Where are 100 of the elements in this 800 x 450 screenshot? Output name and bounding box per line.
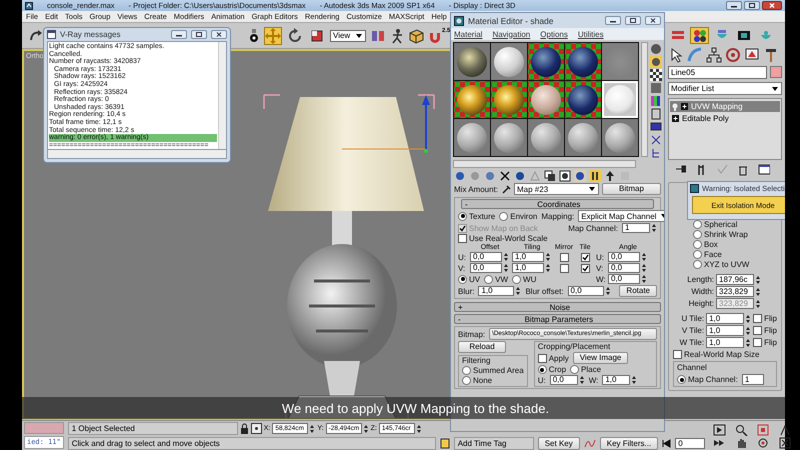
number-field[interactable]: 1 (622, 223, 650, 233)
rollout-header[interactable]: - Coordinates (461, 199, 654, 209)
radio-button[interactable] (462, 366, 471, 375)
number-field[interactable]: 1,0 (706, 313, 744, 324)
material-slot[interactable] (528, 119, 564, 156)
material-slot[interactable] (454, 81, 490, 118)
hierarchy-icon[interactable] (706, 47, 722, 63)
minimize-icon[interactable] (171, 30, 187, 39)
checkbox[interactable] (560, 252, 568, 262)
checkbox[interactable] (580, 252, 590, 262)
material-slot[interactable] (565, 81, 601, 118)
radio-button[interactable] (462, 376, 471, 385)
radio-button[interactable] (484, 274, 494, 284)
rotate-button[interactable]: Rotate (619, 285, 657, 297)
window-icon[interactable] (758, 163, 770, 176)
material-slot[interactable] (491, 43, 527, 80)
checkbox[interactable] (560, 264, 568, 272)
minimize-icon[interactable] (605, 16, 621, 25)
close-icon[interactable] (645, 16, 661, 25)
maximize-viewport-icon[interactable] (779, 437, 792, 449)
checkbox[interactable] (753, 314, 762, 323)
rotate-tool[interactable] (286, 26, 304, 44)
minimize-icon[interactable] (726, 1, 742, 10)
add-time-tag-button[interactable]: Add Time Tag (454, 437, 534, 450)
number-field[interactable]: 0,0 (608, 252, 640, 262)
material-slot[interactable] (491, 81, 527, 118)
number-field[interactable]: 0,0 (568, 286, 604, 296)
menu-item[interactable]: Options (540, 30, 568, 38)
copy-icon[interactable] (544, 170, 556, 182)
box-icon[interactable] (408, 28, 424, 44)
material-slot[interactable] (528, 43, 564, 80)
checkbox[interactable] (753, 326, 762, 335)
number-field[interactable]: 1,0 (706, 325, 744, 336)
checker-icon[interactable] (650, 69, 662, 81)
selection-icon[interactable] (250, 423, 262, 434)
frame-field[interactable]: 0 (675, 438, 706, 449)
close-icon[interactable] (762, 1, 782, 10)
number-field[interactable]: 1,0 (706, 337, 744, 348)
scrollbar[interactable] (641, 42, 648, 157)
maximize-icon[interactable] (625, 16, 641, 25)
object-name-field[interactable]: Line05 (668, 66, 767, 79)
radio-button[interactable] (499, 212, 508, 220)
sphere-icon[interactable] (559, 170, 571, 182)
number-field[interactable]: 1,0 (512, 263, 544, 273)
rollout-header[interactable]: + Noise (454, 302, 661, 312)
stack-item[interactable]: Editable Poly (670, 113, 780, 124)
checkbox[interactable] (538, 354, 547, 362)
dot-icon[interactable] (248, 28, 260, 42)
number-field[interactable]: 0,0 (550, 375, 578, 385)
wheel-icon[interactable] (725, 47, 741, 63)
panel-tab[interactable] (690, 27, 709, 44)
close-icon[interactable] (499, 170, 511, 182)
number-field[interactable]: 1,0 (602, 375, 630, 385)
checkbox[interactable] (458, 234, 467, 243)
material-slot[interactable] (528, 81, 564, 118)
close-icon[interactable] (211, 30, 227, 39)
fast-forward-icon[interactable] (713, 437, 726, 449)
figure-icon[interactable] (390, 28, 404, 44)
swatch-icon[interactable] (619, 170, 631, 182)
radio-button[interactable] (693, 220, 702, 229)
time-tag-icon[interactable] (440, 438, 450, 449)
material-slot[interactable] (454, 43, 490, 80)
number-field[interactable]: 0,0 (608, 274, 640, 284)
material-slot[interactable] (565, 119, 601, 156)
checkbox[interactable] (753, 338, 762, 347)
radio-button[interactable] (693, 240, 702, 249)
go-to-start-icon[interactable] (662, 439, 672, 448)
radio-button[interactable] (538, 365, 547, 374)
scrollbar[interactable] (47, 150, 227, 159)
number-field[interactable]: 1,0 (512, 252, 544, 262)
menu-item[interactable]: Material (454, 30, 482, 38)
material-slot[interactable] (454, 119, 490, 156)
maximize-icon[interactable] (191, 30, 207, 39)
view-dropdown[interactable]: View (330, 30, 366, 42)
radio-button[interactable] (693, 230, 702, 239)
view-image-button[interactable]: View Image (572, 352, 628, 364)
modifier-list-dropdown[interactable]: Modifier List (668, 82, 782, 95)
radio-button[interactable] (458, 274, 467, 284)
reload-button[interactable]: Reload (458, 341, 506, 353)
checkbox[interactable] (580, 264, 590, 272)
mapping-dropdown[interactable]: Explicit Map Channel (578, 210, 664, 222)
number-field[interactable]: 0,0 (470, 252, 502, 262)
map-dropdown[interactable]: Map #23 (514, 183, 600, 195)
set-key-button[interactable]: Set Key (538, 437, 580, 450)
monitor-icon[interactable] (650, 121, 662, 133)
number-field[interactable]: 187,96c (716, 274, 754, 285)
stack-item[interactable]: UVW Mapping (670, 101, 780, 112)
scrollbar[interactable] (218, 42, 226, 149)
orbit-icon[interactable] (757, 437, 770, 449)
film-icon[interactable] (650, 108, 662, 120)
radio-button[interactable] (458, 212, 467, 220)
lock-icon[interactable] (240, 423, 249, 434)
hammer-icon[interactable] (763, 47, 779, 63)
zoom-icon[interactable] (735, 424, 748, 436)
radio-button[interactable] (570, 365, 580, 374)
radio-button[interactable] (677, 375, 686, 384)
menu-item[interactable]: Utilities (578, 30, 604, 38)
color-swatch[interactable] (770, 66, 782, 78)
material-slot[interactable] (602, 119, 638, 156)
eyedropper-icon[interactable] (501, 184, 512, 194)
